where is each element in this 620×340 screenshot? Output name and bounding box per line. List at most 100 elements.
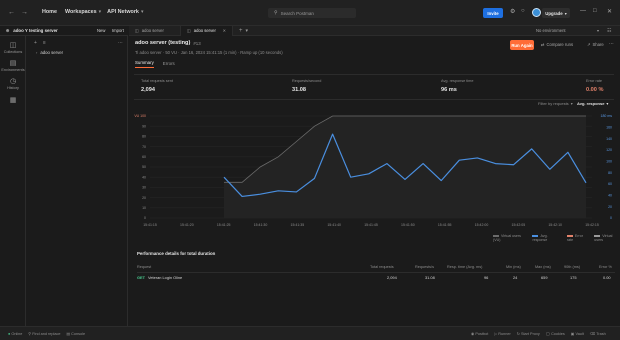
legend-item-error-rate[interactable]: Error rate [566, 234, 588, 242]
find-replace-button[interactable]: ⚲ Find and replace [28, 331, 60, 336]
left-tick-label: 20 [142, 196, 146, 200]
stat-avg-response-time: Avg. response time 96 ms [441, 79, 473, 93]
vault-button[interactable]: ▣ Vault [571, 331, 584, 336]
cell-min: 24 [513, 275, 518, 280]
minimize-icon[interactable]: — [580, 8, 586, 14]
runner-button[interactable]: ▷ Runner [494, 331, 510, 336]
new-tab-icon[interactable]: + [239, 28, 243, 34]
nav-home[interactable]: Home [42, 9, 57, 15]
environment-selector[interactable]: No environment [536, 28, 566, 33]
trash-button[interactable]: ⌫ Trash [590, 331, 606, 336]
share-button[interactable]: ↗ Share [587, 42, 604, 47]
settings-gear-icon[interactable]: ⚙ [510, 8, 515, 15]
col-total-requests[interactable]: Total requests [370, 265, 394, 269]
tab-summary[interactable]: Summary [135, 60, 154, 68]
x-tick-label: 15:41:25 [217, 223, 231, 227]
chart-legend: Virtual users (VU) Avg. response Error r… [487, 234, 620, 242]
run-again-button[interactable]: Run Again [510, 40, 534, 50]
rail-label-environments: Environments [1, 68, 25, 72]
stat-label: Requests/second [292, 79, 322, 83]
trash-icon: ⌫ [589, 332, 596, 336]
invite-button[interactable]: Invite [483, 8, 503, 18]
start-proxy-button[interactable]: ↻ Start Proxy [517, 331, 540, 336]
forward-arrow-icon[interactable]: → [21, 9, 28, 16]
right-tick-label: 100 [606, 160, 612, 164]
close-icon[interactable]: ✕ [607, 8, 612, 15]
x-tick-label: 15:41:15 [143, 223, 157, 227]
tab-adoo-server-1[interactable]: ◫ adoo server [129, 25, 181, 36]
filter-icon[interactable]: ≡ [43, 40, 46, 46]
rail-item-history[interactable]: ◷ History [0, 77, 26, 90]
new-button[interactable]: New [97, 28, 105, 33]
tab-errors[interactable]: Errors [163, 61, 175, 68]
rail-label-collections: Collections [3, 50, 23, 54]
stat-label: Error rate [586, 79, 603, 83]
col-request[interactable]: Request [137, 265, 151, 269]
run-title: adoo server (testing) #13 [135, 40, 201, 46]
cookies-icon: ◯ [545, 332, 550, 336]
right-tick-label: 140 [606, 137, 612, 141]
legend-item-virtual-users-2[interactable]: Virtual users [594, 234, 620, 242]
legend-item-virtual-users[interactable]: Virtual users (VU) [493, 234, 526, 242]
more-actions-icon[interactable]: ⋯ [609, 41, 614, 47]
filter-by-requests-dropdown[interactable]: Filter by requests ▾ [538, 101, 573, 106]
filter-chevron-down-icon: ▾ [570, 101, 573, 106]
maximize-icon[interactable]: □ [593, 8, 597, 14]
tab-overflow-chevron-icon[interactable]: ▾ [246, 28, 249, 34]
right-tick-label: 180 ms [601, 114, 613, 118]
col-error[interactable]: Error % [599, 265, 612, 269]
x-axis: 15:41:15 15:41:20 15:41:25 15:41:30 15:41:35… [143, 223, 599, 227]
chart-series [223, 115, 587, 218]
response-time-chart: VU 1009080706050403020100 180 ms16014012… [134, 114, 613, 227]
import-button[interactable]: Import [112, 28, 124, 33]
nav-workspaces[interactable]: Workspaces [65, 9, 97, 15]
upgrade-button[interactable]: Upgrade ▾ [542, 8, 570, 18]
x-tick-label: 15:41:50 [401, 223, 415, 227]
history-icon: ◷ [9, 78, 17, 85]
postbot-button[interactable]: ◉ Postbot [471, 331, 488, 336]
cell-total: 2,094 [387, 275, 397, 280]
cookies-button[interactable]: ◯ Cookies [546, 331, 565, 336]
share-label: Share [592, 42, 604, 47]
table-row[interactable]: GET Veteran Login Oline 2,094 31.08 96 24… [137, 275, 615, 281]
x-tick-label: 15:41:55 [438, 223, 452, 227]
metric-selector[interactable]: Avg. response ▾ [577, 101, 608, 106]
tab-adoo-server-2[interactable]: ◫ adoo server ✕ [181, 25, 233, 36]
add-icon[interactable]: + [34, 40, 37, 46]
rail-item-environments[interactable]: ▤ Environments [0, 59, 26, 72]
report-tabs: Summary Errors [135, 60, 184, 68]
avatar[interactable] [532, 8, 541, 17]
console-button[interactable]: ▤ Console [66, 331, 85, 336]
col-p90[interactable]: 90th (ms) [564, 265, 580, 269]
online-status[interactable]: ● Online [8, 332, 22, 336]
tab-label: adoo server [193, 28, 216, 33]
stat-requests-per-second: Requests/second 31.08 [292, 79, 321, 93]
col-min[interactable]: Min (ms) [506, 265, 521, 269]
more-options-icon[interactable]: ⋯ [118, 40, 123, 46]
tree-item-adoo-server[interactable]: › adoo server [36, 50, 127, 55]
col-resp-time[interactable]: Resp. time (Avg. ms) [447, 265, 482, 269]
request-name: Veteran Login Oline [148, 275, 183, 280]
search-icon: ⚲ [274, 10, 278, 16]
rail-item-configure[interactable]: ▦ [0, 96, 26, 104]
cell-rps: 31.08 [425, 275, 435, 280]
rail-item-collections[interactable]: ◫ Collections [0, 41, 26, 54]
grid-icon: ▦ [9, 97, 17, 104]
x-tick-label: 15:42:10 [548, 223, 562, 227]
search-input[interactable]: ⚲ Search Postman [268, 8, 356, 18]
tab-close-icon[interactable]: ✕ [223, 28, 226, 33]
right-tick-label: 40 [608, 194, 612, 198]
back-arrow-icon[interactable]: ← [8, 9, 15, 16]
environment-quick-look-icon[interactable]: ☷ [607, 28, 611, 34]
api-network-chevron-down-icon: ▾ [140, 9, 144, 15]
left-tick-label: 50 [142, 165, 146, 169]
col-max[interactable]: Max (ms) [535, 265, 551, 269]
legend-item-avg-response[interactable]: Avg. response [532, 234, 560, 242]
postbot-icon: ◉ [471, 332, 475, 336]
notifications-bell-icon[interactable]: ○ [521, 8, 525, 14]
col-requests-per-second[interactable]: Requests/s [415, 265, 434, 269]
compare-runs-link[interactable]: ⇄ Compare runs [541, 42, 573, 47]
workspace-name[interactable]: adoo Y testing server [13, 28, 58, 33]
compare-runs-label: Compare runs [546, 42, 574, 47]
nav-api-network[interactable]: API Network [107, 9, 139, 15]
